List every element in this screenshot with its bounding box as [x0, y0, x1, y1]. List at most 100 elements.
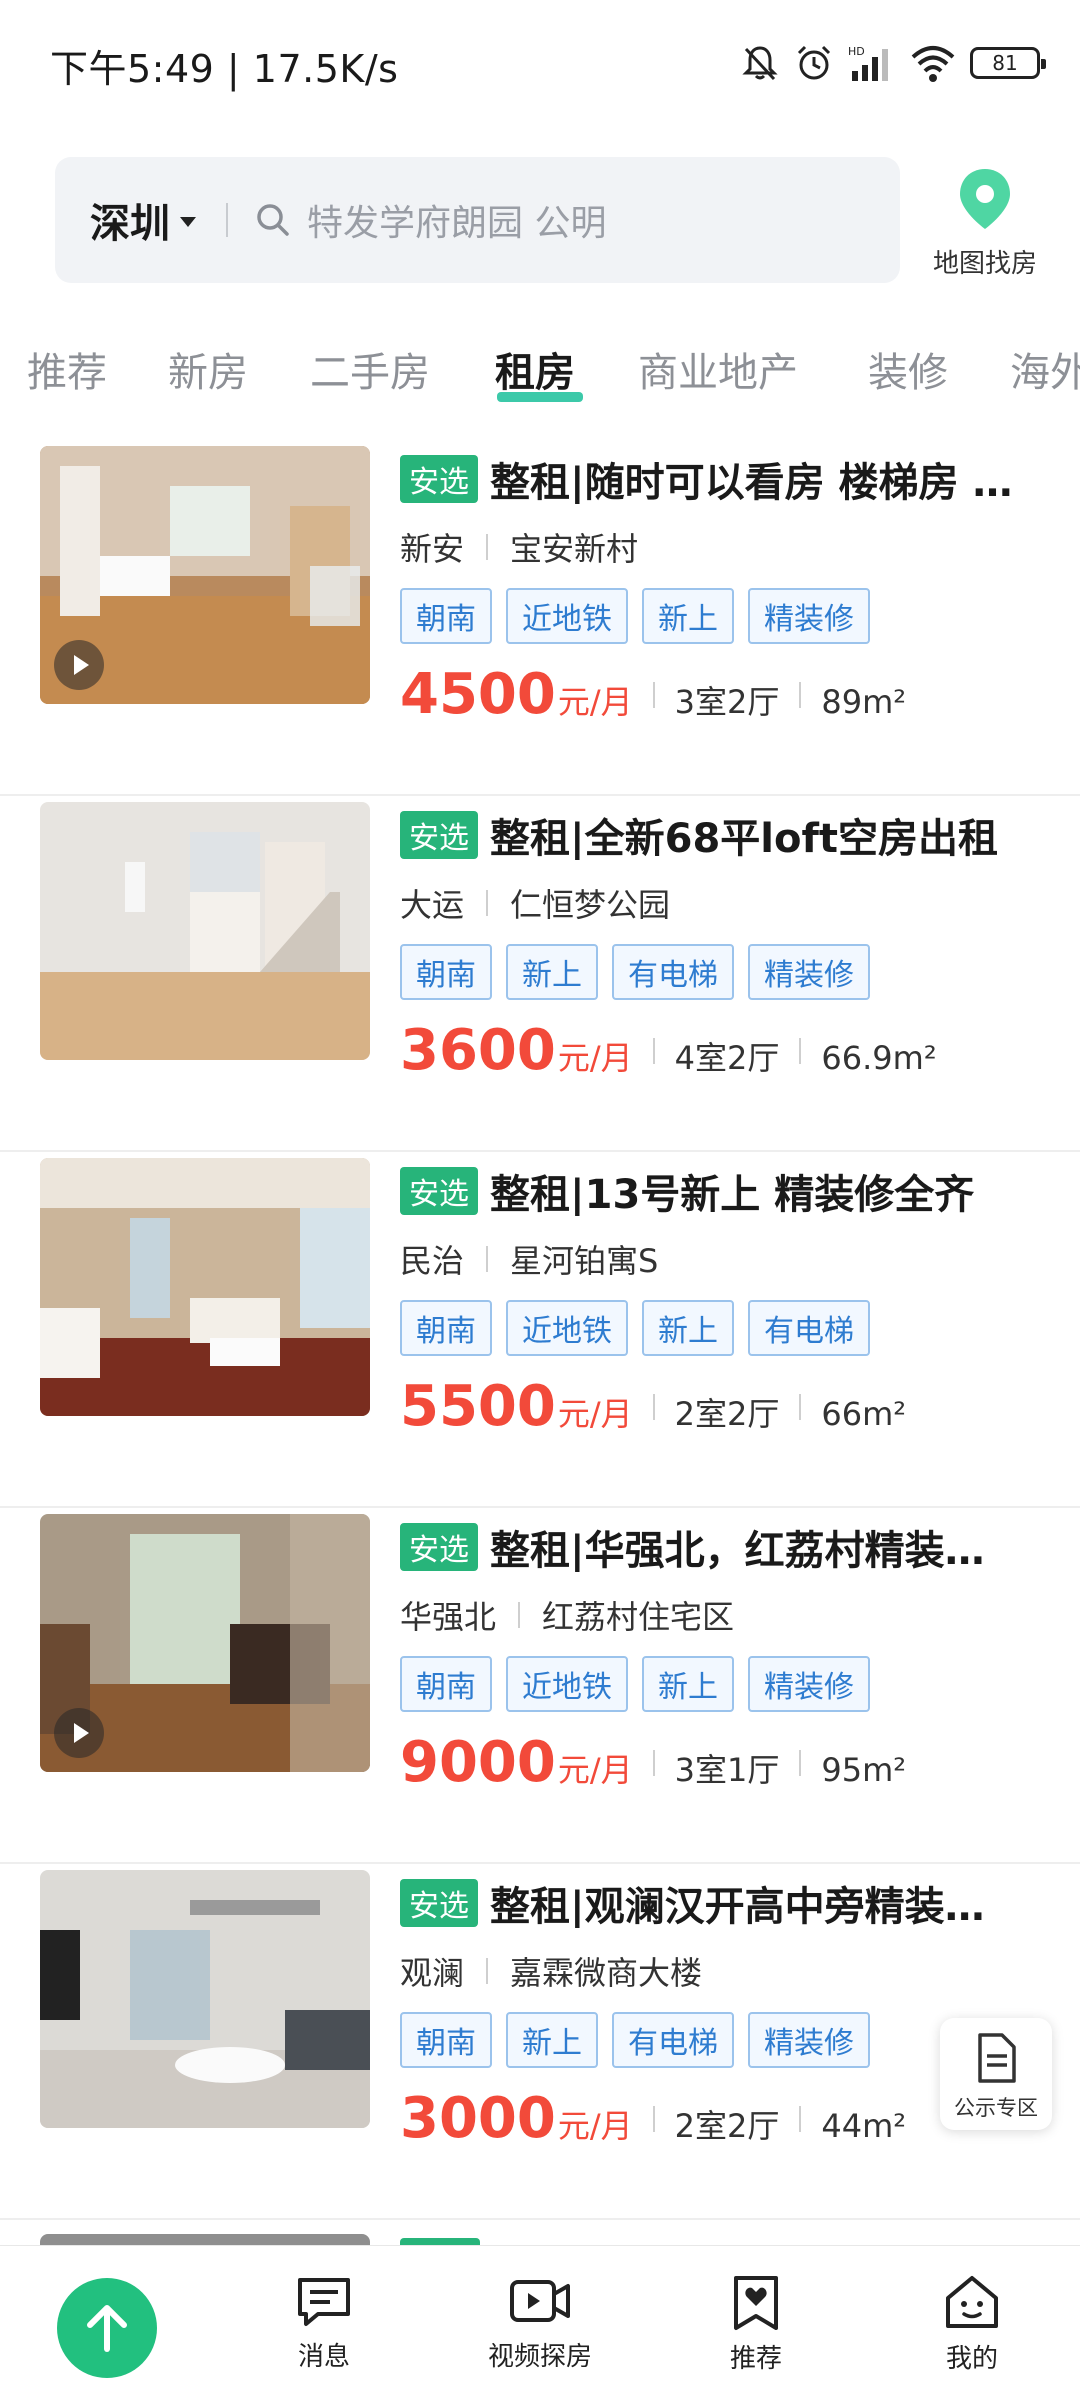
- search-icon: [257, 204, 289, 236]
- listing-location: 新安 宝安新村: [400, 524, 638, 570]
- profile-face-icon: [946, 2276, 998, 2328]
- listing-district: 新安: [400, 530, 465, 568]
- room-photo-illustration: [40, 802, 370, 1060]
- spec-divider: [799, 1393, 802, 1420]
- map-search-button[interactable]: 地图找房: [920, 165, 1050, 285]
- listing-district: 观澜: [400, 1954, 465, 1992]
- scroll-to-top-button[interactable]: [57, 2278, 157, 2378]
- listing-price: 4500: [400, 662, 556, 727]
- listing-title-row: 安选 整租|观澜汉开高中旁精装两房: [400, 1878, 1020, 1928]
- nav-label: 视频探房: [487, 2342, 592, 2372]
- listing-location: 民治 星河铂寓S: [400, 1236, 658, 1282]
- spec-divider: [652, 681, 655, 708]
- location-divider: [486, 1958, 489, 1984]
- listing-tag: 朝南: [400, 1300, 492, 1356]
- verified-badge: 安选: [400, 1167, 478, 1215]
- listing-tag: 朝南: [400, 944, 492, 1000]
- listing-district: 华强北: [400, 1598, 497, 1636]
- listing-title-row: 安选 整租|随时可以看房 楼梯房 精装修: [400, 454, 1020, 504]
- tab-rent[interactable]: 租房: [495, 340, 575, 398]
- nav-label: 推荐: [729, 2344, 782, 2374]
- verified-badge: 安选: [400, 455, 478, 503]
- nav-label: 消息: [297, 2342, 350, 2372]
- spec-divider: [652, 1037, 655, 1064]
- spec-divider: [799, 1037, 802, 1064]
- tab-new-homes[interactable]: 新房: [168, 340, 248, 398]
- listing-location: 观澜 嘉霖微商大楼: [400, 1948, 702, 1994]
- listing-price-row: 4500 元/月 3室2厅 89m²: [400, 662, 906, 727]
- nav-messages[interactable]: 消息: [244, 2274, 404, 2373]
- video-play-icon[interactable]: [54, 640, 104, 690]
- search-divider: [226, 203, 228, 237]
- listing-community: 仁恒梦公园: [510, 886, 671, 924]
- search-bar[interactable]: 深圳 特发学府朗园 公明: [55, 157, 900, 283]
- listing-card[interactable]: 安选 整租|13号新上 精装修全齐 民治 星河铂寓S 朝南 近地铁 新上 有电梯…: [0, 1152, 1080, 1508]
- listing-tag: 有电梯: [612, 944, 734, 1000]
- status-time: 下午5:49 | 17.5K/s: [50, 47, 399, 91]
- chevron-down-icon[interactable]: [180, 217, 196, 227]
- city-selector[interactable]: 深圳: [90, 191, 170, 249]
- listing-tags: 朝南 近地铁 新上 精装修: [400, 1656, 870, 1712]
- search-input[interactable]: 特发学府朗园 公明: [307, 194, 606, 246]
- listing-price-row: 9000 元/月 3室1厅 95m²: [400, 1730, 906, 1795]
- room-photo-illustration: [40, 1870, 370, 2128]
- signal-icon: HD: [848, 45, 888, 81]
- listing-layout: 2室2厅: [674, 2107, 780, 2145]
- listing-price-unit: 元/月: [557, 2107, 633, 2145]
- listing-layout: 3室1厅: [674, 1751, 780, 1789]
- listing-tag: 朝南: [400, 1656, 492, 1712]
- alarm-icon: [797, 45, 831, 80]
- listing-area: 44m²: [821, 2107, 907, 2145]
- nav-recommend[interactable]: 推荐: [676, 2274, 836, 2375]
- listing-title-row: 安选 整租|华强北，红荔村精装三房: [400, 1522, 1020, 1572]
- listing-price-unit: 元/月: [557, 1751, 633, 1789]
- listing-tag: 精装修: [748, 2012, 870, 2068]
- listing-price: 5500: [400, 1374, 556, 1439]
- listing-card[interactable]: 安选 整租|全新68平loft空房出租 大运 仁恒梦公园 朝南 新上 有电梯 精…: [0, 796, 1080, 1152]
- listing-tag: 新上: [506, 944, 598, 1000]
- listing-photo[interactable]: [40, 1514, 370, 1772]
- listing-community: 嘉霖微商大楼: [510, 1954, 703, 1992]
- map-search-label: 地图找房: [932, 249, 1037, 279]
- listing-location: 华强北 红荔村住宅区: [400, 1592, 734, 1638]
- listing-tag: 新上: [642, 1300, 734, 1356]
- nav-video-tour[interactable]: 视频探房: [460, 2274, 620, 2373]
- listing-photo[interactable]: [40, 802, 370, 1060]
- listing-price-row: 3600 元/月 4室2厅 66.9m²: [400, 1018, 937, 1083]
- listing-area: 95m²: [821, 1751, 907, 1789]
- listing-tags: 朝南 近地铁 新上 有电梯: [400, 1300, 870, 1356]
- listing-tag: 精装修: [748, 588, 870, 644]
- listing-card[interactable]: 安选 整租|华强北，红荔村精装三房 华强北 红荔村住宅区 朝南 近地铁 新上 精…: [0, 1508, 1080, 1864]
- listing-card[interactable]: 安选 整租|观澜汉开高中旁精装两房 观澜 嘉霖微商大楼 朝南 新上 有电梯 精装…: [0, 1864, 1080, 2220]
- tab-overseas[interactable]: 海外: [1010, 340, 1080, 398]
- listing-photo[interactable]: [40, 446, 370, 704]
- tab-second-hand[interactable]: 二手房: [310, 340, 430, 398]
- document-icon: [978, 2033, 1016, 2083]
- listing-tag: 朝南: [400, 588, 492, 644]
- tab-commercial[interactable]: 商业地产: [638, 340, 798, 398]
- listing-area: 66m²: [821, 1395, 907, 1433]
- status-icons: HD 81: [740, 38, 1046, 88]
- listing-title: 整租|13号新上 精装修全齐: [490, 1172, 975, 1216]
- listing-title-row: 安选 整租|全新68平loft空房出租: [400, 810, 1020, 860]
- listing-card[interactable]: 安选 整租|随时可以看房 楼梯房 精装修 新安 宝安新村 朝南 近地铁 新上 精…: [0, 440, 1080, 796]
- location-divider: [518, 1602, 521, 1628]
- map-pin-icon: [960, 169, 1010, 229]
- listing-price-unit: 元/月: [557, 1395, 633, 1433]
- status-bar: 下午5:49 | 17.5K/s HD 81: [0, 0, 1080, 130]
- wifi-icon: [911, 46, 955, 82]
- room-photo-illustration: [40, 1158, 370, 1416]
- notice-zone-button[interactable]: 公示专区: [940, 2018, 1052, 2130]
- listing-photo[interactable]: [40, 1870, 370, 2128]
- listing-title-row: 安选 整租|13号新上 精装修全齐: [400, 1166, 1020, 1216]
- video-play-icon[interactable]: [54, 1708, 104, 1758]
- listing-price: 9000: [400, 1730, 556, 1795]
- listing-community: 宝安新村: [510, 530, 639, 568]
- tab-recommend[interactable]: 推荐: [27, 340, 107, 398]
- listing-price-unit: 元/月: [557, 683, 633, 721]
- listing-title: 整租|观澜汉开高中旁精装两房: [490, 1884, 1020, 1928]
- tab-decoration[interactable]: 装修: [868, 340, 948, 398]
- listing-area: 89m²: [821, 683, 907, 721]
- listing-photo[interactable]: [40, 1158, 370, 1416]
- nav-profile[interactable]: 我的: [892, 2274, 1052, 2375]
